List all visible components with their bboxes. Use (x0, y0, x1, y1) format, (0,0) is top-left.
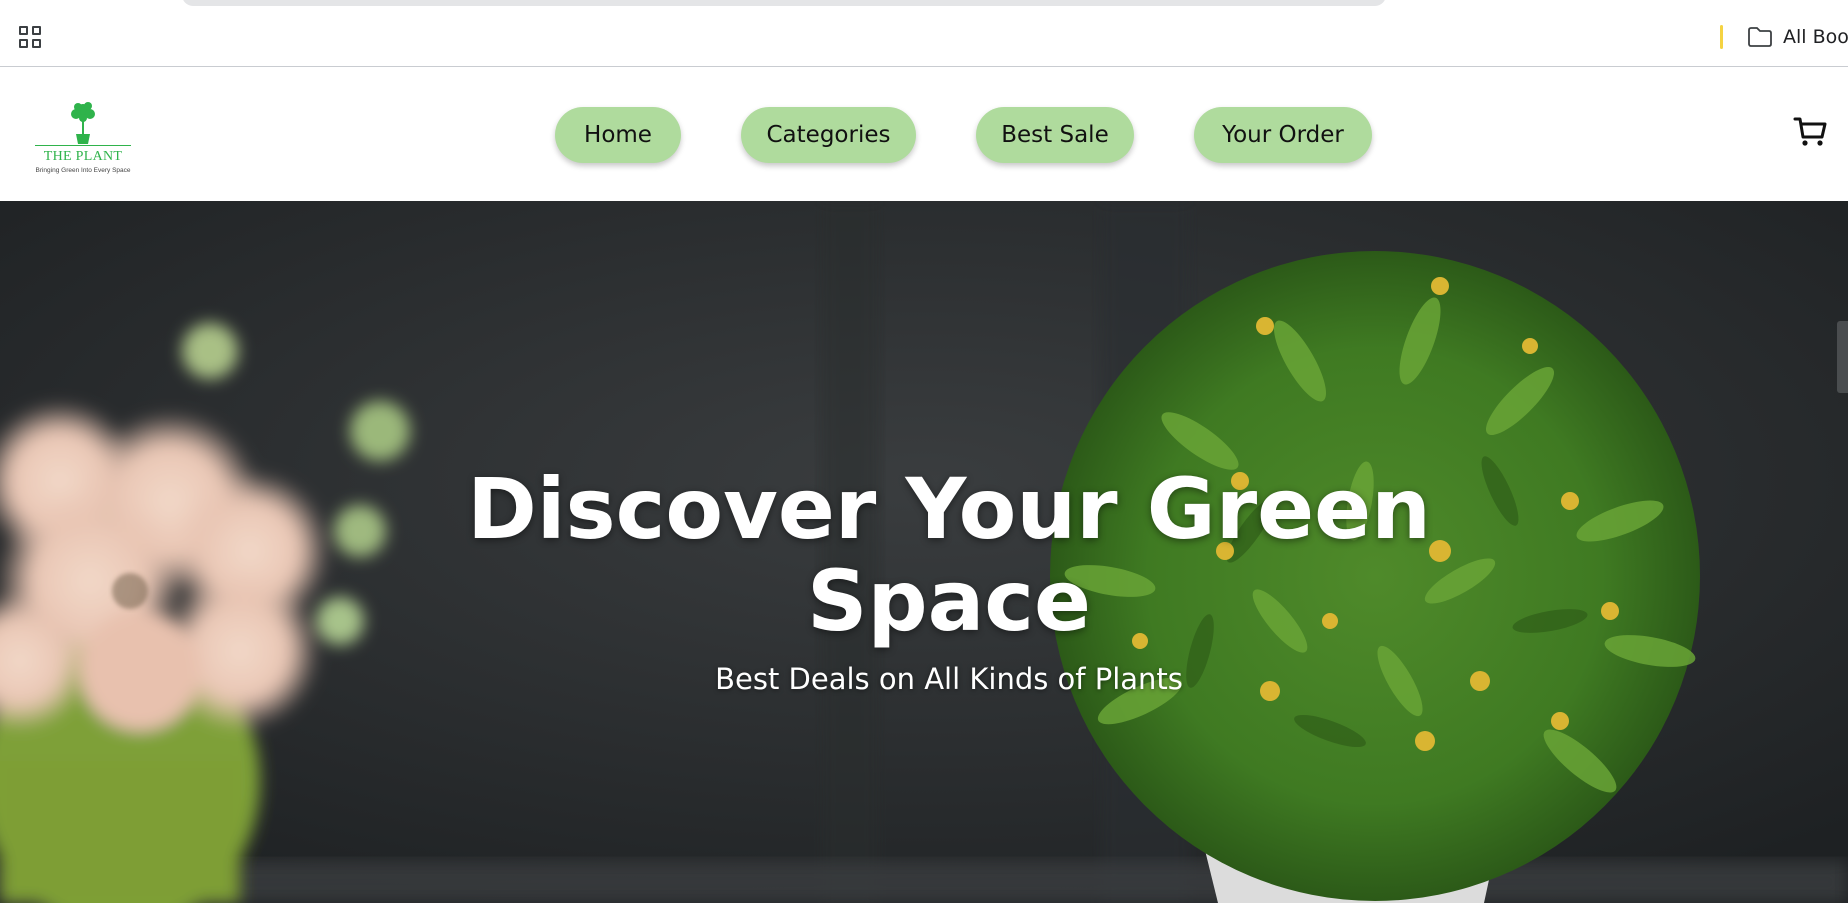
bookmark-folder-all-bookmarks[interactable]: All Book (1747, 23, 1848, 51)
site-logo[interactable]: THE PLANT Bringing Green Into Every Spac… (35, 100, 131, 180)
potted-tree-logo-icon (71, 102, 95, 144)
nav-best-sale-button[interactable]: Best Sale (976, 107, 1134, 163)
logo-title: THE PLANT (35, 145, 131, 166)
side-scroll-tab[interactable] (1837, 321, 1848, 393)
bookmarks-divider (1720, 25, 1723, 49)
logo-tagline: Bringing Green Into Every Space (35, 167, 131, 174)
bookmark-folder-label: All Book (1783, 26, 1848, 48)
bookmarks-bar: All Book (0, 0, 1848, 67)
hero-subtitle: Best Deals on All Kinds of Plants (715, 662, 1183, 696)
address-bar[interactable] (182, 0, 1386, 6)
hero-title: Discover Your Green Space (467, 460, 1431, 650)
site-header: THE PLANT Bringing Green Into Every Spac… (0, 68, 1848, 201)
hero-banner: Discover Your Green Space Best Deals on … (0, 201, 1848, 903)
nav-home-button[interactable]: Home (555, 107, 681, 163)
apps-grid-icon[interactable] (19, 26, 41, 48)
cart-icon[interactable] (1793, 113, 1829, 149)
nav-categories-button[interactable]: Categories (741, 107, 916, 163)
nav-your-order-button[interactable]: Your Order (1194, 107, 1372, 163)
folder-icon (1748, 27, 1772, 47)
